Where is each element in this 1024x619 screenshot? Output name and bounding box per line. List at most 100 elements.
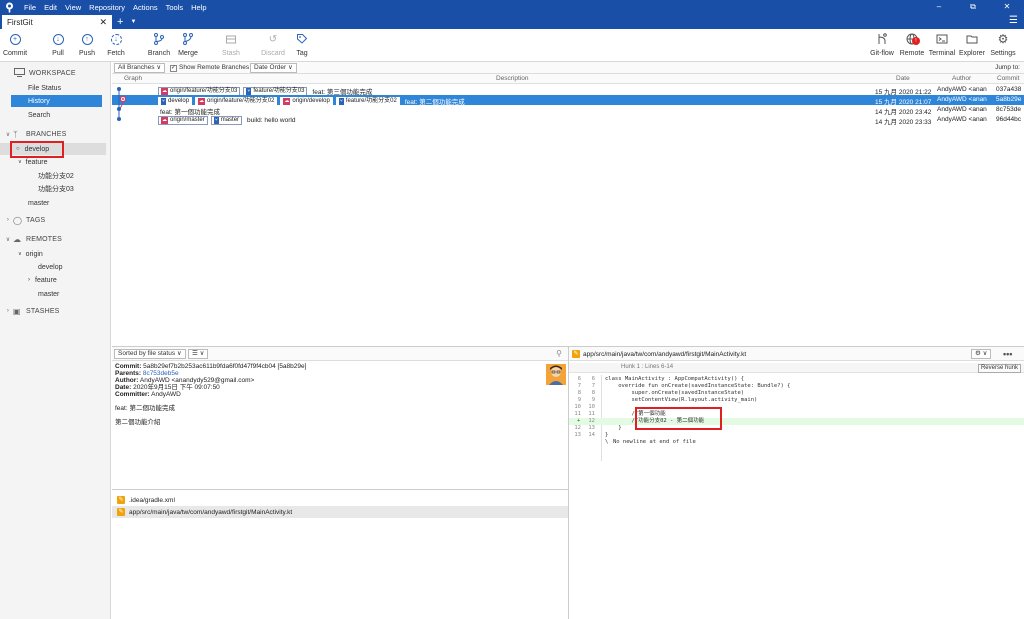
window-controls: – ⧉ ✕ [922, 0, 1024, 14]
commit-author: AndyAWD <anan [937, 116, 987, 123]
maximize-icon[interactable]: ⧉ [956, 0, 990, 14]
minimize-icon[interactable]: – [922, 0, 956, 14]
remote-branch-label[interactable]: ☁ origin/master [158, 116, 208, 125]
menu-file[interactable]: File [20, 3, 40, 12]
sort-by-select[interactable]: Sorted by file status ∨ [114, 349, 186, 359]
commit-row[interactable]: ⑂ develop ☁ origin/feature/功能分支02 ☁ origin/de… [112, 95, 1024, 106]
tags-header[interactable]: › ◯ TAGS [3, 214, 45, 226]
menu-repository[interactable]: Repository [85, 3, 129, 12]
tab-dropdown-icon[interactable]: ▼ [130, 15, 136, 29]
sidebar-remote-master[interactable]: master [0, 288, 102, 300]
terminal-button[interactable]: Terminal [925, 32, 959, 57]
fetch-button[interactable]: ↓ Fetch [99, 32, 133, 57]
col-date[interactable]: Date [896, 75, 910, 82]
sidebar-branch-feature[interactable]: ∨ feature [0, 156, 102, 168]
diff-line-text: } [605, 425, 622, 431]
cloud-icon: ☁ [198, 97, 206, 105]
git-flow-icon [875, 32, 889, 46]
new-tab-icon[interactable]: + [117, 15, 123, 29]
settings-button[interactable]: ⚙ Settings [986, 32, 1020, 57]
new-line-number: 12 [588, 418, 595, 424]
sidebar-item-search[interactable]: Search [0, 109, 102, 121]
stash-button[interactable]: Stash [214, 32, 248, 57]
file-sort-bar: Sorted by file status ∨ ☰ ∨ ⚲ [112, 346, 568, 361]
tab-firstgit[interactable]: FirstGit ✕ [2, 15, 112, 29]
remote-button[interactable]: ! Remote [895, 32, 929, 57]
file-item-gradle[interactable]: ✎ .idea/gradle.xml [112, 494, 568, 506]
col-description[interactable]: Description [496, 75, 529, 82]
branch-label[interactable]: ⑂ master [210, 116, 243, 125]
commit-button[interactable]: + Commit [0, 32, 32, 57]
toolbar: + Commit ↓ Pull ↑ Push ↓ Fetch Branch Me… [0, 29, 1024, 62]
commit-body: 第二個功能介紹 [115, 419, 161, 426]
col-commit[interactable]: Commit [997, 75, 1019, 82]
menu-help[interactable]: Help [187, 3, 210, 12]
new-line-number: 9 [591, 397, 595, 403]
menu-actions[interactable]: Actions [129, 3, 162, 12]
sidebar-branch-feature-03[interactable]: 功能分支03 [0, 183, 102, 195]
sidebar-remote-feature[interactable]: › feature [0, 274, 102, 286]
commit-refs: ☁ origin/master ⑂ master build: hello world [158, 116, 295, 125]
discard-undo-icon: ↺ [268, 33, 278, 45]
avatar [546, 364, 566, 385]
diff-line: 7 7 override fun onCreate(savedInstanceSt… [569, 383, 1024, 390]
graph-node-037a438[interactable] [117, 87, 121, 91]
sidebar-remote-develop[interactable]: develop [0, 261, 102, 273]
chevron-right-icon: › [28, 277, 30, 283]
tag-button[interactable]: Tag [285, 32, 319, 57]
show-remote-branches-checkbox[interactable]: ✓ Show Remote Branches [170, 63, 249, 73]
search-icon[interactable]: ⚲ [556, 349, 562, 358]
commit-author: AndyAWD <anan [937, 86, 987, 93]
menu-edit[interactable]: Edit [40, 3, 61, 12]
git-flow-button[interactable]: Git-flow [865, 32, 899, 57]
diff-header: ✎ app/src/main/java/tw/com/andyawd/first… [568, 346, 1024, 361]
branches-filter-select[interactable]: All Branches ∨ [114, 63, 166, 73]
sidebar-item-file-status[interactable]: File Status [0, 82, 102, 94]
folder-icon [965, 32, 979, 46]
sidebar-branch-master[interactable]: master [0, 197, 102, 209]
col-author[interactable]: Author [952, 75, 971, 82]
menu-tools[interactable]: Tools [162, 3, 188, 12]
remotes-header[interactable]: ∨ ☁ REMOTES [3, 233, 62, 245]
sourcetree-logo-icon [2, 0, 16, 14]
sidebar-item-history[interactable]: History [11, 95, 102, 107]
changed-files-list: ✎ .idea/gradle.xml ✎ app/src/main/java/t… [112, 489, 568, 619]
tab-close-icon[interactable]: ✕ [99, 17, 107, 28]
order-select[interactable]: Date Order ∨ [250, 63, 297, 73]
hamburger-menu-icon[interactable]: ☰ [1009, 15, 1018, 26]
commit-row[interactable]: ☁ origin/master ⑂ master build: hello world 1… [112, 115, 1024, 126]
title-bar: File Edit View Repository Actions Tools … [0, 0, 1024, 14]
commit-date: 14 九月 2020 23:33 [875, 119, 932, 126]
merge-button[interactable]: Merge [171, 32, 205, 57]
graph-node-96d44bc[interactable] [117, 117, 121, 121]
new-line-number: 8 [591, 390, 595, 396]
more-options-icon[interactable]: ••• [1003, 349, 1012, 359]
chevron-down-icon: ∨ [18, 251, 22, 257]
col-graph[interactable]: Graph [124, 75, 142, 82]
monitor-icon [14, 67, 27, 79]
commit-row[interactable]: ☁ origin/feature/功能分支03 ⑂ feature/功能分支03 fea… [112, 85, 1024, 96]
sidebar-branch-feature-02[interactable]: 功能分支02 [0, 170, 102, 182]
sidebar-remote-origin[interactable]: ∨ origin [0, 248, 102, 260]
push-arrow-up-icon: ↑ [80, 32, 94, 46]
commit-row[interactable]: feat: 第一個功能完成 14 九月 2020 23:42 AndyAWD <an… [112, 105, 1024, 116]
chevron-down-icon: ∨ [176, 350, 182, 357]
close-window-icon[interactable]: ✕ [990, 0, 1024, 14]
explorer-button[interactable]: Explorer [955, 32, 989, 57]
parent-commit-link[interactable]: 8c753deb5e [143, 370, 179, 377]
graph-node-8c753de[interactable] [117, 107, 121, 111]
reverse-hunk-button[interactable]: Reverse hunk [977, 364, 1021, 373]
diff-sign: \ [605, 439, 609, 445]
branches-header[interactable]: ∨ ᛉ BRANCHES [3, 128, 67, 140]
diff-options-select[interactable]: ⚙ ∨ [971, 349, 992, 359]
fetch-icon: ↓ [109, 32, 123, 46]
stash-icon: ▣ [13, 306, 21, 316]
menu-view[interactable]: View [61, 3, 85, 12]
stashes-header[interactable]: › ▣ STASHES [3, 305, 60, 317]
history-filter-bar: All Branches ∨ ✓ Show Remote Branches Da… [112, 62, 1024, 74]
view-mode-select[interactable]: ☰ ∨ [188, 349, 209, 359]
chevron-down-icon: ∨ [5, 236, 11, 243]
file-item-mainactivity[interactable]: ✎ app/src/main/java/tw/com/andyawd/first… [112, 506, 568, 518]
commit-plus-icon: + [8, 32, 22, 46]
terminal-icon [935, 32, 949, 46]
